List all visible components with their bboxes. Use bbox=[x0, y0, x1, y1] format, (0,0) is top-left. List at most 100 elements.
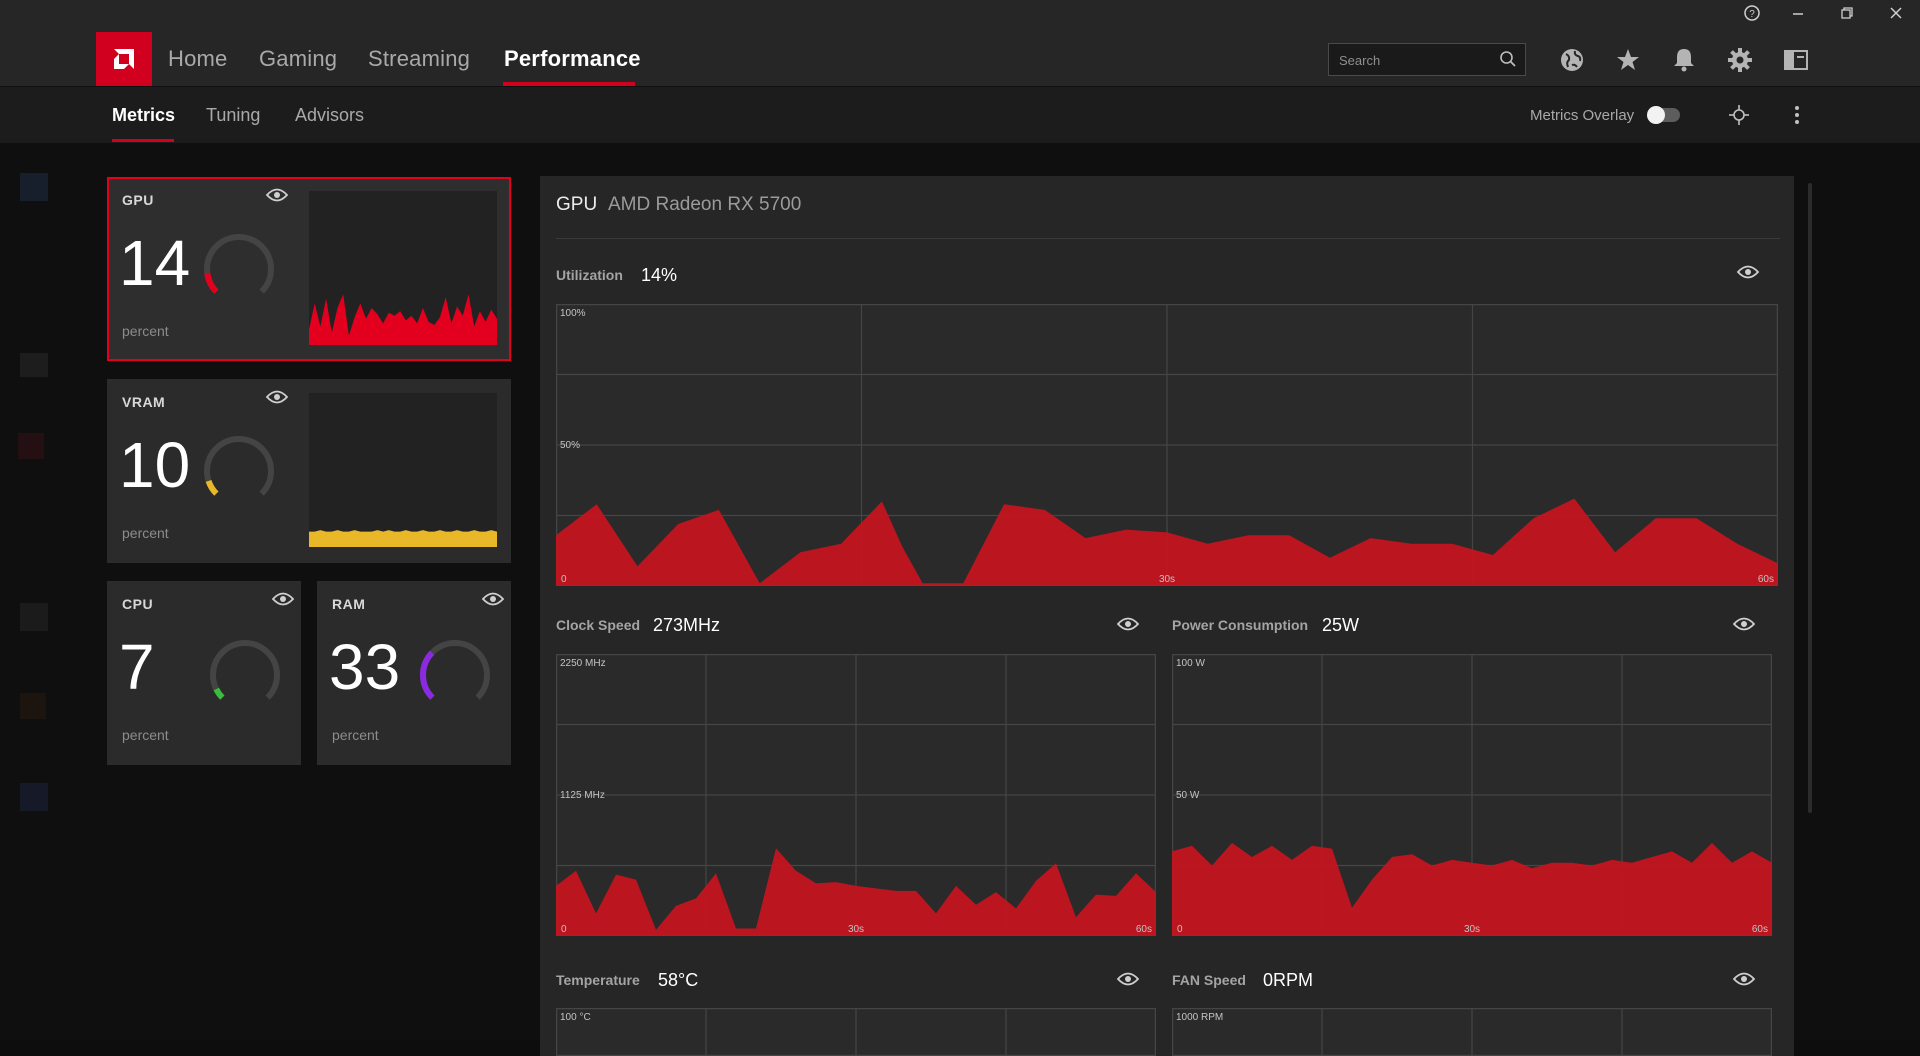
gauge-track bbox=[204, 436, 274, 496]
eye-icon[interactable] bbox=[1116, 971, 1140, 987]
eye-icon[interactable] bbox=[265, 187, 289, 203]
x-tick-label: 60s bbox=[1136, 924, 1152, 935]
nav-tab-home[interactable]: Home bbox=[168, 46, 228, 72]
metrics-overlay-label: Metrics Overlay bbox=[1530, 107, 1635, 124]
sub-navigation: Metrics Tuning Advisors Metrics Overlay bbox=[0, 87, 1920, 143]
cpu-gauge bbox=[210, 640, 280, 700]
power-label: Power Consumption bbox=[1172, 617, 1309, 633]
tile-label: GPU bbox=[122, 192, 154, 208]
utilization-chart: 100% 50% 0 30s 60s bbox=[556, 304, 1778, 586]
x-tick-label: 0 bbox=[1177, 924, 1183, 935]
x-tick-label: 60s bbox=[1758, 574, 1774, 585]
ram-tile[interactable]: RAM 33 percent bbox=[317, 581, 511, 765]
main-navigation: Home Gaming Streaming Performance bbox=[0, 32, 1920, 87]
tile-unit: percent bbox=[332, 727, 379, 743]
utilization-label: Utilization bbox=[556, 267, 623, 283]
x-tick-label: 30s bbox=[848, 924, 864, 935]
gpu-detail-panel: GPU AMD Radeon RX 5700 Utilization 14% 1… bbox=[540, 176, 1794, 1056]
gauge-track bbox=[420, 640, 490, 700]
vram-sparkline bbox=[309, 393, 497, 547]
gauge-track bbox=[210, 640, 280, 700]
x-tick-label: 30s bbox=[1159, 574, 1175, 585]
gpu-sparkline-area bbox=[309, 294, 497, 345]
toggle-knob bbox=[1647, 106, 1665, 124]
clock-speed-label: Clock Speed bbox=[556, 617, 641, 633]
x-tick-label: 0 bbox=[561, 924, 567, 935]
power-chart: 100 W 50 W 0 30s 60s bbox=[1172, 654, 1772, 936]
panel-divider bbox=[556, 238, 1780, 239]
y-top-label: 100 °C bbox=[560, 1012, 591, 1023]
utilization-value: 14% bbox=[641, 265, 678, 285]
metrics-overlay-toggle[interactable] bbox=[1647, 106, 1680, 124]
background-blur-decoration bbox=[18, 173, 48, 811]
scrollbar[interactable] bbox=[1808, 183, 1812, 813]
layout-icon[interactable] bbox=[1782, 46, 1810, 74]
temperature-value: 58°C bbox=[658, 970, 699, 990]
y-top-label: 100 W bbox=[1176, 658, 1205, 669]
close-icon[interactable] bbox=[1876, 4, 1916, 28]
tile-label: RAM bbox=[332, 596, 366, 612]
tile-unit: percent bbox=[122, 727, 169, 743]
power-value: 25W bbox=[1322, 615, 1360, 635]
eye-icon[interactable] bbox=[265, 389, 289, 405]
window-titlebar: ? bbox=[0, 0, 1920, 32]
gauge-fill bbox=[420, 650, 435, 700]
search-icon[interactable] bbox=[1499, 50, 1517, 68]
help-icon[interactable]: ? bbox=[1732, 4, 1772, 28]
tile-value: 7 bbox=[119, 631, 155, 703]
eye-icon[interactable] bbox=[1736, 264, 1760, 280]
tile-value: 10 bbox=[119, 429, 191, 501]
eye-icon[interactable] bbox=[1732, 616, 1756, 632]
vram-sparkline-area bbox=[309, 530, 497, 547]
amd-logo[interactable] bbox=[96, 32, 152, 86]
y-top-label: 1000 RPM bbox=[1176, 1012, 1223, 1023]
gpu-sparkline bbox=[309, 191, 497, 345]
tab-metrics[interactable]: Metrics bbox=[112, 105, 175, 126]
x-tick-label: 0 bbox=[561, 574, 567, 585]
cpu-tile[interactable]: CPU 7 percent bbox=[107, 581, 301, 765]
gpu-gauge bbox=[204, 234, 274, 294]
nav-tab-gaming[interactable]: Gaming bbox=[259, 46, 337, 72]
fan-speed-chart: 1000 RPM bbox=[1172, 1008, 1772, 1056]
tile-label: CPU bbox=[122, 596, 154, 612]
tile-unit: percent bbox=[122, 525, 169, 541]
x-tick-label: 30s bbox=[1464, 924, 1480, 935]
temperature-label: Temperature bbox=[556, 972, 640, 988]
nav-tab-streaming[interactable]: Streaming bbox=[368, 46, 470, 72]
crosshair-icon[interactable] bbox=[1728, 104, 1750, 126]
tile-value: 14 bbox=[119, 227, 191, 299]
vram-tile[interactable]: VRAM 10 percent bbox=[107, 379, 511, 563]
globe-icon[interactable] bbox=[1558, 46, 1586, 74]
gpu-tile[interactable]: GPU 14 percent bbox=[107, 177, 511, 361]
eye-icon[interactable] bbox=[481, 591, 505, 607]
eye-icon[interactable] bbox=[1732, 971, 1756, 987]
vram-gauge bbox=[204, 436, 274, 496]
minimize-icon[interactable] bbox=[1778, 4, 1818, 28]
clock-speed-value: 273MHz bbox=[653, 615, 721, 635]
gauge-track bbox=[204, 234, 274, 294]
y-mid-label: 50% bbox=[560, 440, 580, 451]
nav-tab-performance[interactable]: Performance bbox=[504, 46, 641, 72]
y-top-label: 100% bbox=[560, 308, 586, 319]
eye-icon[interactable] bbox=[1116, 616, 1140, 632]
fan-speed-value: 0RPM bbox=[1263, 970, 1314, 990]
tab-tuning[interactable]: Tuning bbox=[206, 105, 260, 126]
temperature-chart: 100 °C bbox=[556, 1008, 1156, 1056]
y-mid-label: 50 W bbox=[1176, 790, 1200, 801]
ram-gauge bbox=[420, 640, 490, 700]
search-input[interactable] bbox=[1337, 50, 1491, 70]
bell-icon[interactable] bbox=[1670, 46, 1698, 74]
tile-value: 33 bbox=[329, 631, 401, 703]
star-icon[interactable] bbox=[1614, 46, 1642, 74]
restore-icon[interactable] bbox=[1827, 4, 1867, 28]
eye-icon[interactable] bbox=[271, 591, 295, 607]
gauge-fill bbox=[213, 687, 225, 700]
panel-title: GPU bbox=[556, 194, 598, 215]
y-top-label: 2250 MHz bbox=[560, 658, 606, 669]
search-box[interactable] bbox=[1328, 43, 1526, 76]
gear-icon[interactable] bbox=[1726, 46, 1754, 74]
more-options-icon[interactable] bbox=[1790, 104, 1804, 126]
fan-speed-label: FAN Speed bbox=[1172, 972, 1246, 988]
tab-advisors[interactable]: Advisors bbox=[295, 105, 364, 126]
metrics-content: GPU 14 percent VRAM 10 percent CPU 7 per… bbox=[0, 143, 1920, 1056]
